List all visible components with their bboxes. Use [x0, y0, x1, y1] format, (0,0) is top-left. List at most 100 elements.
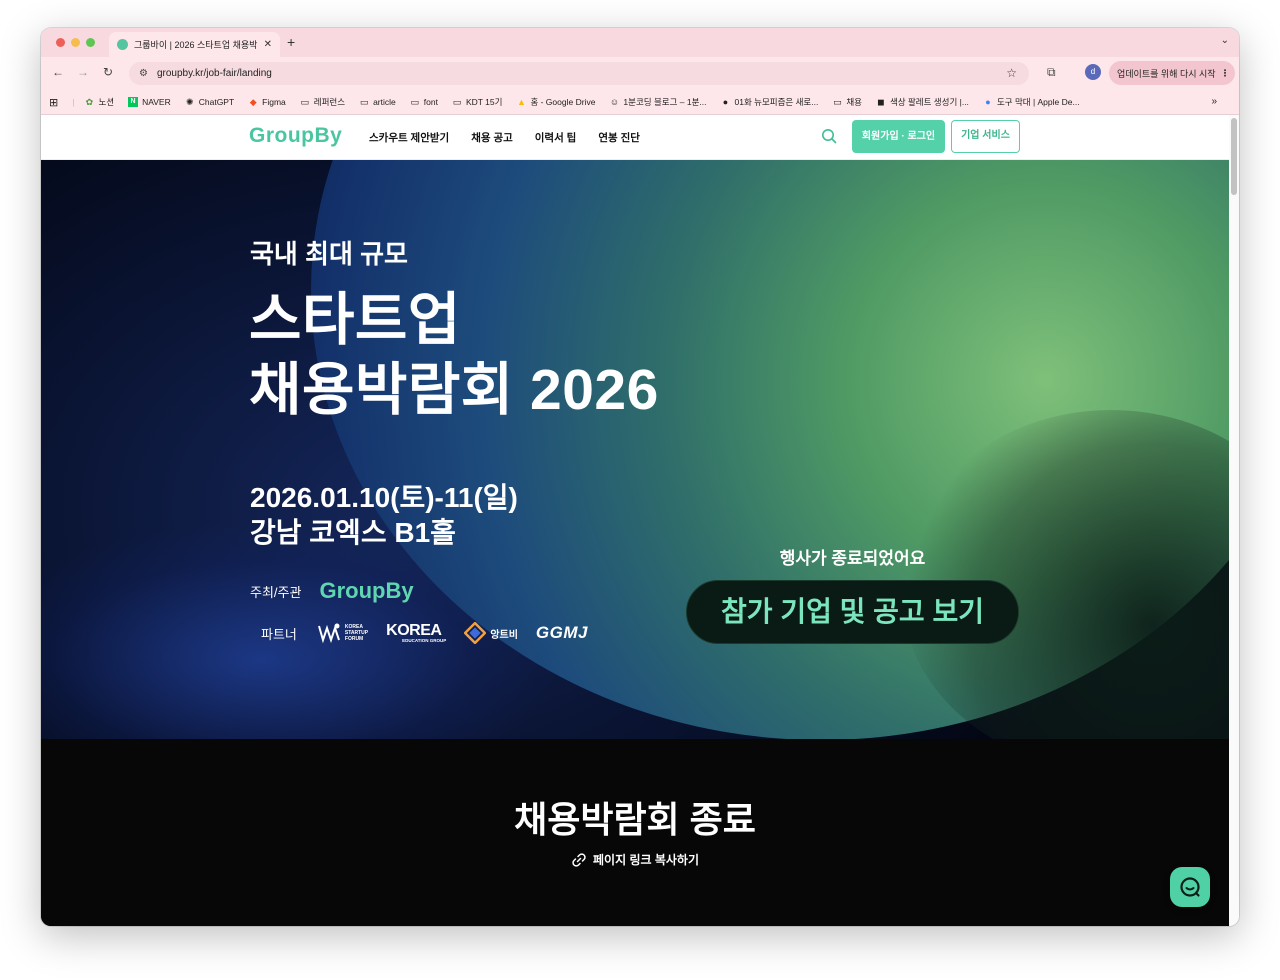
drive-icon: ▲ — [516, 97, 526, 107]
bookmark-google-drive[interactable]: ▲ 홈 - Google Drive — [516, 96, 595, 108]
bookmarks-bar: ⊞ | ✿ 노션 N NAVER ✺ ChatGPT ◆ Figma ▭ 레퍼런스 ▭ ar… — [41, 90, 1239, 115]
bookmark-font[interactable]: ▭ font — [410, 97, 438, 107]
browser-toolbar: ← → ↻ ⚙ groupby.kr/job-fair/landing ☆ ⧉ … — [41, 57, 1239, 90]
hero-title-line2: 채용박람회 2026 — [249, 358, 659, 422]
bookmark-label: font — [423, 97, 438, 107]
menu-salary[interactable]: 연봉 진단 — [598, 130, 640, 145]
ggmj-text: GGMJ — [535, 623, 588, 642]
site-info-icon[interactable]: ⚙ — [139, 68, 148, 79]
hero-banner: 국내 최대 규모 스타트업 채용박람회 2026 2026.01.10(토)-1… — [41, 160, 1229, 739]
bookmark-notion[interactable]: ✿ 노션 — [84, 96, 114, 108]
update-restart-button[interactable]: 업데이트를 위해 다시 시작 ⋮ — [1109, 61, 1235, 85]
bookmark-palette[interactable]: ◼ 색상 팔레트 생성기 |... — [876, 96, 969, 108]
host-label: 주최/주관 — [250, 584, 302, 600]
apple-icon: ● — [985, 97, 991, 107]
browser-tab-active[interactable]: 그룹바이 | 2026 스타트업 채용박 ✕ — [109, 32, 280, 57]
bookmark-naver[interactable]: N NAVER — [128, 97, 171, 107]
ksf-text: KOREA STARTUP FORUM — [345, 624, 368, 642]
bookmark-label: 레퍼런스 — [313, 97, 346, 107]
event-ended-notice: 행사가 종료되었어요 — [779, 549, 926, 568]
bookmark-label: KDT 15기 — [465, 97, 503, 107]
section-title: 채용박람회 종료 — [514, 799, 756, 840]
url-text: groupby.kr/job-fair/landing — [156, 68, 272, 79]
folder-icon: ▭ — [300, 97, 310, 107]
tab-title: 그룹바이 | 2026 스타트업 채용박 — [134, 40, 258, 50]
antb-logo: 앙트비 — [464, 622, 518, 644]
extensions-puzzle-icon[interactable]: ⧉ — [1047, 65, 1056, 80]
partners-row: 파트너 KOREA STARTUP FORUM KOREA EDUCATION … — [261, 622, 606, 644]
page-scrollbar[interactable] — [1229, 115, 1239, 926]
main-menu: 스카우트 제안받기 채용 공고 이력서 팁 연봉 진단 — [369, 130, 662, 145]
bookmark-label: 도구 막대 | Apple De... — [996, 97, 1080, 107]
partner-label: 파트너 — [261, 626, 297, 642]
forward-arrow-icon[interactable]: → — [77, 65, 89, 79]
browser-window: 그룹바이 | 2026 스타트업 채용박 ✕ + ⌄ ← → ↻ ⚙ group… — [41, 28, 1239, 926]
view-companies-button[interactable]: 참가 기업 및 공고 보기 — [686, 580, 1019, 644]
host-row: 주최/주관 GroupBy — [250, 578, 414, 604]
minimize-window-button[interactable] — [71, 38, 80, 47]
bookmark-label: ChatGPT — [198, 97, 235, 107]
bookmark-label: 색상 팔레트 생성기 |... — [889, 97, 969, 107]
bookmark-1min-coding[interactable]: ☺ 1분코딩 블로그 – 1분... — [609, 96, 707, 108]
chat-support-button[interactable] — [1170, 867, 1210, 907]
bookmark-kdt[interactable]: ▭ KDT 15기 — [452, 96, 503, 108]
bookmark-label: 채용 — [846, 97, 862, 107]
hero-title-line1: 스타트업 — [249, 288, 461, 352]
reload-icon[interactable]: ↻ — [103, 65, 113, 79]
menu-scout[interactable]: 스카우트 제안받기 — [369, 130, 449, 145]
korea-edu-subtext: EDUCATION GROUP — [402, 638, 447, 643]
bookmark-apple[interactable]: ● 도구 막대 | Apple De... — [983, 96, 1080, 108]
bookmark-star-icon[interactable]: ☆ — [1006, 66, 1017, 80]
menu-resume-tips[interactable]: 이력서 팁 — [535, 130, 577, 145]
tab-close-icon[interactable]: ✕ — [264, 39, 272, 50]
tab-search-chevron-icon[interactable]: ⌄ — [1221, 35, 1229, 46]
host-groupby-logo: GroupBy — [319, 578, 414, 603]
corporate-service-button[interactable]: 기업 서비스 — [951, 120, 1020, 153]
palette-icon: ◼ — [877, 97, 885, 107]
more-menu-icon[interactable]: ⋮ — [1221, 68, 1230, 79]
blog-icon: ☺ — [609, 97, 620, 107]
address-bar[interactable]: ⚙ groupby.kr/job-fair/landing ☆ — [129, 62, 1029, 85]
bookmark-figma[interactable]: ◆ Figma — [248, 97, 286, 107]
groupby-favicon-icon — [117, 39, 128, 50]
tab-strip: 그룹바이 | 2026 스타트업 채용박 ✕ + ⌄ — [41, 28, 1239, 57]
hero-title: 스타트업 채용박람회 2026 — [249, 285, 659, 425]
web-page: GroupBy 스카우트 제안받기 채용 공고 이력서 팁 연봉 진단 회원가입… — [41, 115, 1229, 926]
zoom-window-button[interactable] — [86, 38, 95, 47]
back-arrow-icon[interactable]: ← — [52, 65, 64, 79]
ksf-line3: FORUM — [344, 636, 364, 642]
new-tab-button[interactable]: + — [287, 34, 295, 50]
bookmark-label: 01화 뉴모피즘은 새로... — [734, 97, 819, 107]
chatgpt-icon: ✺ — [185, 97, 194, 107]
site-header: GroupBy 스카우트 제안받기 채용 공고 이력서 팁 연봉 진단 회원가입… — [41, 115, 1229, 160]
bookmark-article[interactable]: ▭ article — [359, 97, 396, 107]
bookmark-reference[interactable]: ▭ 레퍼런스 — [300, 96, 346, 108]
scrollbar-thumb[interactable] — [1231, 118, 1237, 195]
korea-education-group-logo: KOREA EDUCATION GROUP — [386, 623, 447, 644]
folder-icon: ▭ — [359, 97, 369, 107]
profile-avatar[interactable]: d — [1085, 64, 1101, 80]
bookmark-jobs[interactable]: ▭ 채용 — [832, 96, 862, 108]
apps-grid-icon[interactable]: ⊞ — [49, 96, 58, 109]
brunch-icon: ● — [722, 97, 729, 107]
bookmark-label: 노션 — [98, 97, 115, 107]
menu-jobs[interactable]: 채용 공고 — [471, 130, 513, 145]
copy-page-link-button[interactable]: 페이지 링크 복사하기 — [41, 851, 1229, 868]
folder-icon: ▭ — [452, 97, 462, 107]
bookmark-neumorphism[interactable]: ● 01화 뉴모피즘은 새로... — [721, 96, 819, 108]
copy-link-label: 페이지 링크 복사하기 — [592, 853, 700, 867]
chat-bubble-icon — [1180, 877, 1200, 897]
ggmj-logo: GGMJ — [536, 623, 588, 643]
signup-login-button[interactable]: 회원가입 · 로그인 — [852, 120, 945, 153]
event-venue: 강남 코엑스 B1홀 — [250, 517, 456, 548]
hero-subtitle: 국내 최대 규모 — [250, 239, 408, 269]
groupby-logo[interactable]: GroupBy — [249, 124, 342, 148]
event-date: 2026.01.10(토)-11(일) — [250, 482, 518, 513]
fair-ended-section: 채용박람회 종료 페이지 링크 복사하기 — [41, 739, 1229, 926]
korea-startup-forum-logo: KOREA STARTUP FORUM — [317, 622, 368, 644]
close-window-button[interactable] — [56, 38, 65, 47]
search-icon[interactable] — [821, 128, 837, 144]
bookmarks-overflow-icon[interactable]: » — [1211, 96, 1217, 107]
bookmark-chatgpt[interactable]: ✺ ChatGPT — [185, 97, 234, 107]
ksf-emblem-icon — [317, 623, 340, 644]
